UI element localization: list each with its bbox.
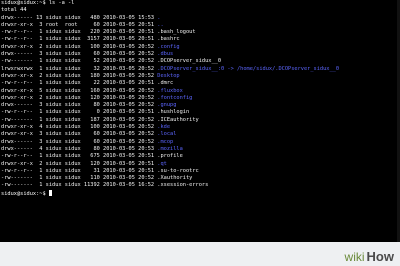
listing-row: -rw------- 1 sidux sidux 110 2010-03-05 … [0,175,400,182]
listing-row: drwxr-xr-x 2 sidux sidux 180 2010-03-05 … [0,73,400,80]
listing-row-meta: drwxr-xr-x 2 sidux sidux 100 2010-03-05 … [1,43,158,50]
listing-row-filename: .DCOPserver_sidux__:0 -> /home/sidux/.DC… [157,65,340,72]
listing-row: -rw-r--r-- 1 sidux sidux 0 2010-03-05 20… [0,109,400,116]
listing-row-meta: -rw-r--r-- 1 sidux sidux 31 2010-03-05 2… [1,167,158,174]
listing-row-meta: -rw------- 1 sidux sidux 52 2010-03-05 2… [1,58,158,65]
listing-row-meta: -rw-r--r-- 1 sidux sidux 220 2010-03-05 … [1,29,158,36]
listing-row: drwx------ 3 sidux sidux 60 2010-03-05 2… [0,139,400,146]
listing-row-filename: .qt [157,160,167,167]
listing-row-meta: drwx------ 4 sidux sidux 80 2010-03-05 2… [1,145,158,152]
listing-row-meta: -rw------- 1 sidux sidux 110 2010-03-05 … [1,175,158,182]
listing-row-meta: drwx------ 3 sidux sidux 60 2010-03-05 2… [1,51,158,58]
listing-row: -rw-r--r-- 1 sidux sidux 31 2010-03-05 2… [0,168,400,175]
listing-row: drwxr-xr-x 2 sidux sidux 120 2010-03-05 … [0,95,400,102]
listing-row: drwxr-xr-x 5 sidux sidux 160 2010-03-05 … [0,88,400,95]
listing-row-meta: -rw------- 1 sidux sidux 11392 2010-03-0… [1,182,158,189]
listing-row: lrwxrwxrwx 1 sidux sidux 32 2010-03-05 2… [0,66,400,73]
listing-row-meta: drwx------ 3 sidux sidux 60 2010-03-05 2… [1,138,158,145]
listing-row-filename: .dbus [157,51,174,58]
listing-row-meta: -rw------- 1 sidux sidux 187 2010-03-05 … [1,116,158,123]
listing-row-meta: -rw-r--r-- 1 sidux sidux 675 2010-03-05 … [1,153,158,160]
listing-row-meta: drwxr-xr-x 3 sidux sidux 60 2010-03-05 2… [1,131,158,138]
text-cursor [48,189,52,196]
listing-row-filename: .gnupg [157,102,177,109]
listing-row: -rw-r--r-- 1 sidux sidux 22 2010-03-05 2… [0,80,400,87]
listing-row-meta: drwxr-xr-x 2 sidux sidux 180 2010-03-05 … [1,72,158,79]
listing-row-filename: .hushlogin [157,109,190,116]
listing-row: -rw-r--r-- 1 sidux sidux 220 2010-03-05 … [0,29,400,36]
listing-row-meta: -rw-r--r-- 1 sidux sidux 22 2010-03-05 2… [1,80,158,87]
listing-row: -rw------- 1 sidux sidux 11392 2010-03-0… [0,182,400,189]
listing-row: drwx------ 4 sidux sidux 80 2010-03-05 2… [0,146,400,153]
listing-row: drwx------ 3 sidux sidux 60 2010-03-05 2… [0,51,400,58]
listing-row-meta: lrwxrwxrwx 1 sidux sidux 32 2010-03-05 2… [1,65,158,72]
listing-row-meta: drwxr-xr-x 4 sidux sidux 100 2010-03-05 … [1,124,158,131]
end-prompt-line[interactable]: sidux@sidux:~$ [0,189,400,197]
listing-row: drwxr-xr-x 3 sidux sidux 60 2010-03-05 2… [0,131,400,138]
listing-row-filename: .mcop [157,138,174,145]
listing-row: -rw-r--r-- 1 sidux sidux 3157 2010-03-05… [0,36,400,43]
listing-row-filename: .DCOPserver_sidux__0 [157,58,222,65]
listing-row-meta: drwx------ 3 sidux sidux 80 2010-03-05 2… [1,102,158,109]
listing-row-filename: .Xauthority [157,175,193,182]
listing-row-filename: . [157,14,161,21]
listing-row-meta: -rw-r--r-- 1 sidux sidux 3157 2010-03-05… [1,36,158,43]
listing-row: -rw------- 1 sidux sidux 52 2010-03-05 2… [0,58,400,65]
listing-row-filename: .bash_logout [157,29,196,36]
command-prompt-line: sidux@sidux:~$ ls -a -l [1,0,75,6]
listing-row-meta: -rw-r--r-- 1 sidux sidux 0 2010-03-05 20… [1,109,158,116]
listing-row: drwxr-xr-x 2 sidux sidux 100 2010-03-05 … [0,44,400,51]
listing-row-filename: .. [157,21,164,28]
listing-row-meta: drwx------ 13 sidux sidux 480 2010-03-05… [1,14,158,21]
listing-row-filename: .fluxbox [157,87,183,94]
listing-row-meta: drwxr-xr-x 2 sidux sidux 120 2010-03-05 … [1,160,158,167]
listing-row-filename: .kde [157,124,171,131]
listing-row-filename: .config [157,43,180,50]
listing-row-filename: .xsession-errors [157,182,209,189]
terminal-window[interactable]: sidux@sidux:~$ ls -a -l total 44 drwx---… [0,0,400,242]
listing: drwx------ 13 sidux sidux 480 2010-03-05… [0,15,400,190]
listing-row: drwxr-xr-x 4 sidux sidux 100 2010-03-05 … [0,124,400,131]
listing-row: drwxr-xr-x 3 root root 60 2010-03-05 20:… [0,22,400,29]
wikihow-watermark: wiki How [345,249,394,264]
listing-row-filename: .profile [157,153,183,160]
listing-row-filename: .local [157,131,177,138]
listing-row-filename: .mozilla [157,145,183,152]
listing-row-meta: drwxr-xr-x 3 root root 60 2010-03-05 20:… [1,21,158,28]
listing-row-filename: .dmrc [157,80,174,87]
listing-row-filename: .su-to-rootrc [157,167,199,174]
listing-row: -rw------- 1 sidux sidux 187 2010-03-05 … [0,117,400,124]
listing-row-meta: drwxr-xr-x 2 sidux sidux 120 2010-03-05 … [1,94,158,101]
listing-row-filename: Desktop [157,72,180,79]
total-line: total 44 [1,7,27,14]
listing-row-filename: .ICEauthority [157,116,199,123]
listing-row: drwxr-xr-x 2 sidux sidux 120 2010-03-05 … [0,161,400,168]
listing-row-filename: .fontconfig [157,94,193,101]
watermark-wiki: wiki [344,249,365,264]
listing-row: drwx------ 3 sidux sidux 80 2010-03-05 2… [0,102,400,109]
watermark-how: How [366,249,394,264]
end-prompt: sidux@sidux:~$ [1,190,49,197]
listing-row: drwx------ 13 sidux sidux 480 2010-03-05… [0,15,400,22]
listing-row: -rw-r--r-- 1 sidux sidux 675 2010-03-05 … [0,153,400,160]
listing-row-filename: .bashrc [157,36,180,43]
listing-row-meta: drwxr-xr-x 5 sidux sidux 160 2010-03-05 … [1,87,158,94]
